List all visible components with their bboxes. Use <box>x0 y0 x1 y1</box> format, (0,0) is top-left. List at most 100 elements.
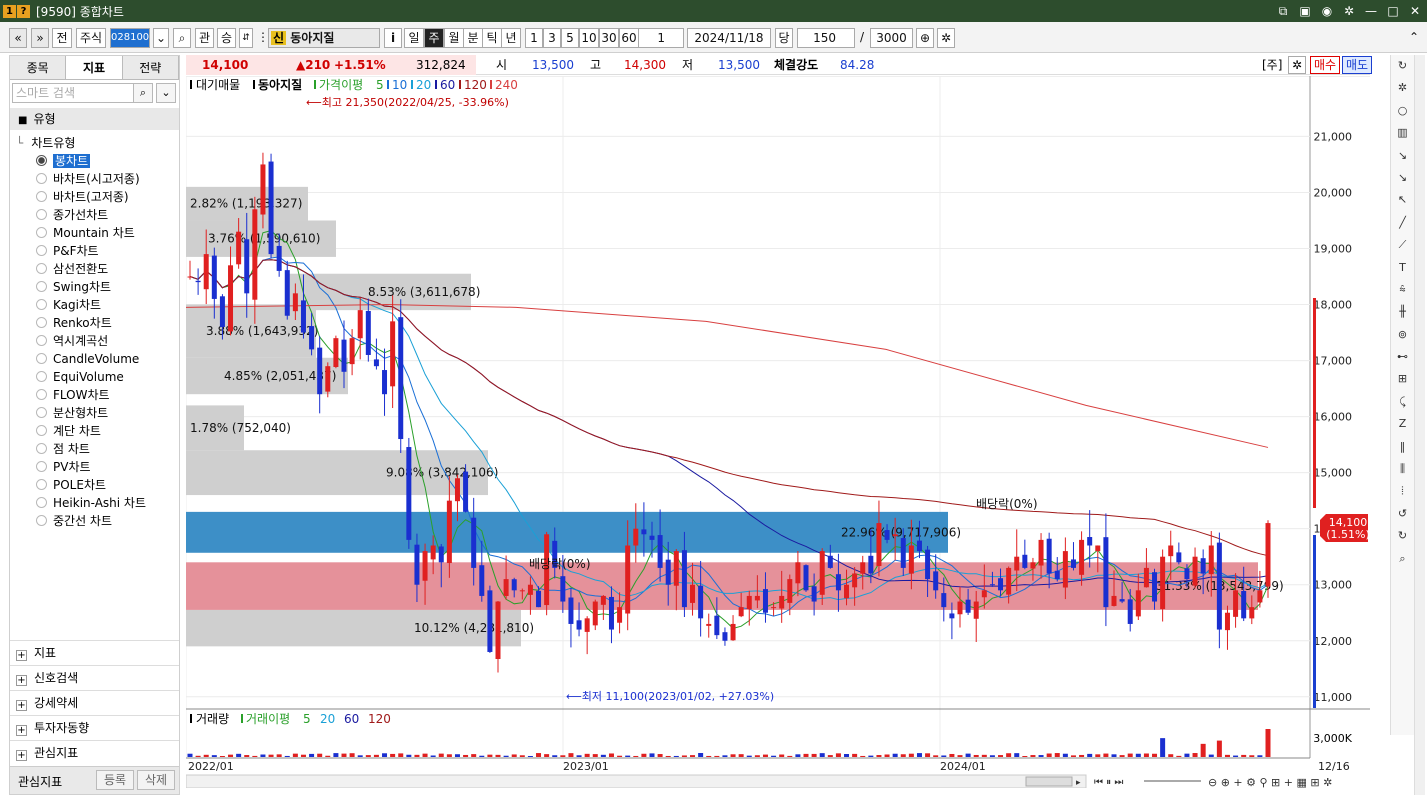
price-chart[interactable]: 2.82% (1,193,327) 3.76% (1,590,610) 8.53% … <box>186 76 1370 788</box>
radio-icon[interactable] <box>36 209 47 220</box>
section-signal[interactable]: + 신호검색 <box>10 665 179 690</box>
register-button[interactable]: 등록 <box>96 770 134 790</box>
chart-type-item[interactable]: CandleVolume <box>10 350 179 368</box>
chart-type-item[interactable]: 바차트(시고저종) <box>10 170 179 188</box>
total-input[interactable]: 3000 <box>870 28 913 48</box>
spin-icon[interactable]: ⇵ <box>239 28 253 48</box>
period-month[interactable]: 월 <box>444 28 464 48</box>
magnet-icon[interactable]: ⊷ <box>1391 346 1414 368</box>
chart-type-item[interactable]: 점 차트 <box>10 440 179 458</box>
ray-tool-icon[interactable]: ↖ <box>1391 189 1414 211</box>
radio-icon[interactable] <box>36 245 47 256</box>
arrow-tool-icon[interactable]: ↘ <box>1391 145 1414 167</box>
smart-search-input[interactable]: 스마트 검색 <box>12 83 153 103</box>
search-button[interactable]: ⌕ <box>173 28 191 48</box>
close-icon[interactable]: ✕ <box>1407 3 1423 19</box>
refresh-icon[interactable]: ↻ <box>1391 55 1414 77</box>
interval-spin-input[interactable]: 1 <box>638 28 684 48</box>
period-week[interactable]: 주 <box>424 28 444 48</box>
group-header[interactable]: ■ 유형 <box>10 108 179 130</box>
period-year[interactable]: 년 <box>501 28 521 48</box>
bars-icon[interactable]: ⦙ <box>1391 480 1414 502</box>
chart-type-item[interactable]: Heikin-Ashi 차트 <box>10 494 179 512</box>
gann-icon[interactable]: ⫼ <box>1391 458 1414 480</box>
code-dropdown-icon[interactable]: ⌄ <box>153 28 169 48</box>
candle-tool-icon[interactable]: ╫ <box>1391 301 1414 323</box>
chart-type-item[interactable]: 바차트(고저종) <box>10 188 179 206</box>
pointer-icon[interactable]: ⤹ <box>1391 391 1414 413</box>
chart-type-item[interactable]: Renko차트 <box>10 314 179 332</box>
expand-icon[interactable]: ⌃ <box>1409 28 1419 48</box>
buy-button[interactable]: 매수 <box>1310 56 1340 74</box>
tab-strategy[interactable]: 전략 <box>122 56 179 79</box>
prev-button[interactable]: 전 <box>52 28 72 48</box>
interval-60[interactable]: 60 <box>619 28 639 48</box>
radio-icon[interactable] <box>36 497 47 508</box>
link-icon[interactable]: ⧉ <box>1275 3 1291 19</box>
screen-icon[interactable]: ▣ <box>1297 3 1313 19</box>
radio-icon[interactable] <box>36 353 47 364</box>
radio-icon[interactable] <box>36 479 47 490</box>
chart-type-item[interactable]: EquiVolume <box>10 368 179 386</box>
crosshair-icon[interactable]: ⊞ <box>1391 368 1414 390</box>
circle-tool-icon[interactable]: ○ <box>1391 100 1414 122</box>
gear-icon[interactable]: ✲ <box>1341 3 1357 19</box>
nav-prev-button[interactable]: « <box>9 28 27 48</box>
chart-type-item[interactable]: PV차트 <box>10 458 179 476</box>
interval-30[interactable]: 30 <box>599 28 619 48</box>
chart-type-item[interactable]: Kagi차트 <box>10 296 179 314</box>
zoom-icon[interactable]: ⊕ <box>916 28 934 48</box>
section-indicator[interactable]: + 지표 <box>10 640 179 665</box>
section-interest[interactable]: + 관심지표 <box>10 740 179 765</box>
radio-icon[interactable] <box>36 443 47 454</box>
info-button[interactable]: i <box>384 28 402 48</box>
chart-type-item[interactable]: 계단 차트 <box>10 422 179 440</box>
chart-type-item[interactable]: POLE차트 <box>10 476 179 494</box>
help-icon[interactable]: ? <box>17 4 30 18</box>
sell-button[interactable]: 매도 <box>1342 56 1372 74</box>
view-button[interactable]: 관 <box>195 28 214 48</box>
radio-icon[interactable] <box>36 155 47 166</box>
nav-next-button[interactable]: » <box>31 28 49 48</box>
period-minute[interactable]: 분 <box>463 28 483 48</box>
minimize-icon[interactable]: — <box>1363 3 1379 19</box>
date-input[interactable]: 2024/11/18 <box>687 28 771 48</box>
radio-icon[interactable] <box>36 299 47 310</box>
tool-settings-icon[interactable]: ✲ <box>1391 77 1414 99</box>
camera-icon[interactable]: ◉ <box>1319 3 1335 19</box>
search-icon[interactable]: ⌕ <box>133 83 153 103</box>
radio-icon[interactable] <box>36 461 47 472</box>
radio-icon[interactable] <box>36 425 47 436</box>
count-input[interactable]: 150 <box>797 28 855 48</box>
quote-settings-icon[interactable]: ✲ <box>1288 56 1306 74</box>
chart-type-item[interactable]: 역시계곡선 <box>10 332 179 350</box>
tree-root[interactable]: └ 차트유형 <box>10 134 179 152</box>
section-strength[interactable]: + 강세약세 <box>10 690 179 715</box>
maximize-icon[interactable]: □ <box>1385 3 1401 19</box>
section-investor[interactable]: + 투자자동향 <box>10 715 179 740</box>
radio-icon[interactable] <box>36 263 47 274</box>
interval-10[interactable]: 10 <box>579 28 599 48</box>
radio-icon[interactable] <box>36 515 47 526</box>
redo-icon[interactable]: ↻ <box>1391 525 1414 547</box>
chart-type-item[interactable]: 중간선 차트 <box>10 512 179 530</box>
delete-button[interactable]: 삭제 <box>137 770 175 790</box>
code-input[interactable]: 028100 <box>110 28 150 48</box>
undo-icon[interactable]: ↺ <box>1391 503 1414 525</box>
chart-type-item[interactable]: 종가선차트 <box>10 206 179 224</box>
tab-stock[interactable]: 종목 <box>10 56 67 79</box>
radio-icon[interactable] <box>36 407 47 418</box>
unit-button[interactable]: 당 <box>775 28 793 48</box>
chart-type-item[interactable]: P&F차트 <box>10 242 179 260</box>
radio-icon[interactable] <box>36 191 47 202</box>
stock-name-field[interactable]: 신 동아지질 <box>268 28 380 48</box>
chart-type-item[interactable]: 삼선전환도 <box>10 260 179 278</box>
text-tool-icon[interactable]: T <box>1391 257 1414 279</box>
zigzag-icon[interactable]: Z <box>1391 413 1414 435</box>
search-zoom-icon[interactable]: ⌕ <box>1391 548 1414 570</box>
all-tool-icon[interactable]: ⩯ <box>1391 279 1414 301</box>
tab-indicator[interactable]: 지표 <box>66 56 123 79</box>
line-tool-icon[interactable]: ↘ <box>1391 167 1414 189</box>
chart-type-item[interactable]: 분산형차트 <box>10 404 179 422</box>
period-tick[interactable]: 틱 <box>482 28 502 48</box>
